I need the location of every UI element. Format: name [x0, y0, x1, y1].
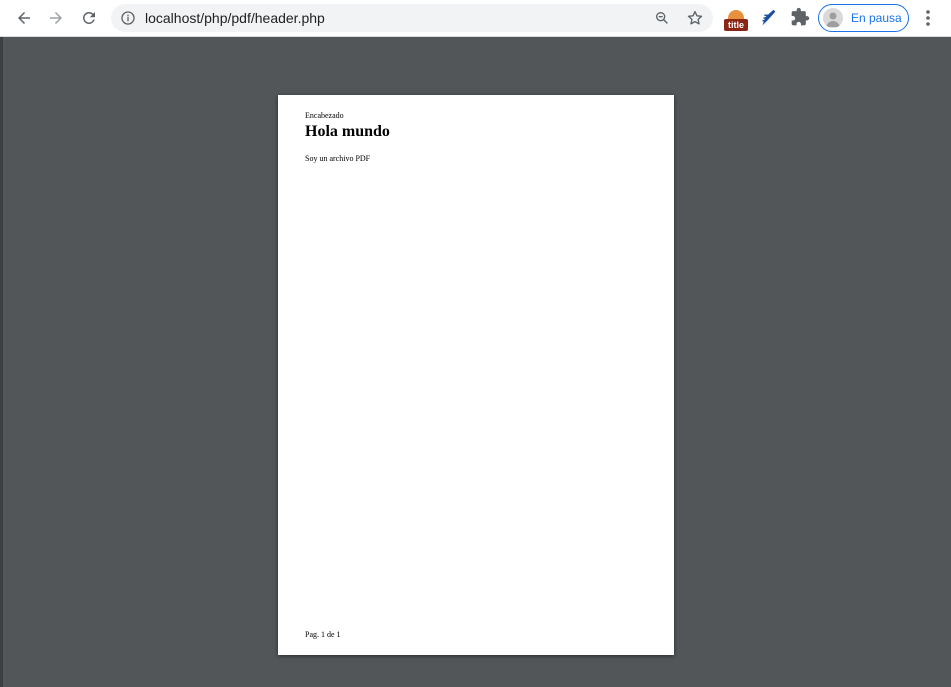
pdf-footer-text: Pag. 1 de 1: [305, 630, 341, 639]
pen-extension-icon: [762, 9, 776, 26]
browser-toolbar: localhost/php/pdf/header.php title En pa…: [0, 0, 951, 37]
pdf-header-text: Encabezado: [305, 111, 344, 120]
reload-button[interactable]: [75, 4, 103, 32]
profile-status-label: En pausa: [851, 11, 902, 25]
back-icon: [18, 12, 30, 24]
puzzle-icon: [791, 7, 810, 26]
title-extension-badge: title: [724, 19, 748, 31]
more-icon: [926, 10, 930, 26]
title-extension-button[interactable]: title: [724, 7, 748, 31]
pdf-page: Encabezado Hola mundo Soy un archivo PDF…: [278, 95, 674, 655]
address-bar[interactable]: localhost/php/pdf/header.php: [111, 4, 713, 32]
forward-button[interactable]: [42, 4, 70, 32]
pdf-viewer[interactable]: Encabezado Hola mundo Soy un archivo PDF…: [3, 37, 951, 687]
profile-button[interactable]: En pausa: [818, 4, 909, 32]
zoom-icon[interactable]: [654, 10, 670, 26]
extensions-button[interactable]: [790, 7, 814, 31]
browser-menu-button[interactable]: [918, 6, 938, 30]
pen-extension-button[interactable]: [757, 7, 781, 31]
pdf-title: Hola mundo: [305, 123, 390, 140]
avatar-icon: [823, 8, 843, 28]
title-extension-icon: [728, 10, 744, 19]
star-icon[interactable]: [686, 9, 704, 27]
url-text[interactable]: localhost/php/pdf/header.php: [145, 10, 325, 26]
reload-icon: [82, 11, 95, 24]
info-icon[interactable]: [120, 10, 136, 26]
pdf-body-text: Soy un archivo PDF: [305, 154, 371, 163]
back-button[interactable]: [10, 4, 38, 32]
forward-icon: [50, 12, 62, 24]
